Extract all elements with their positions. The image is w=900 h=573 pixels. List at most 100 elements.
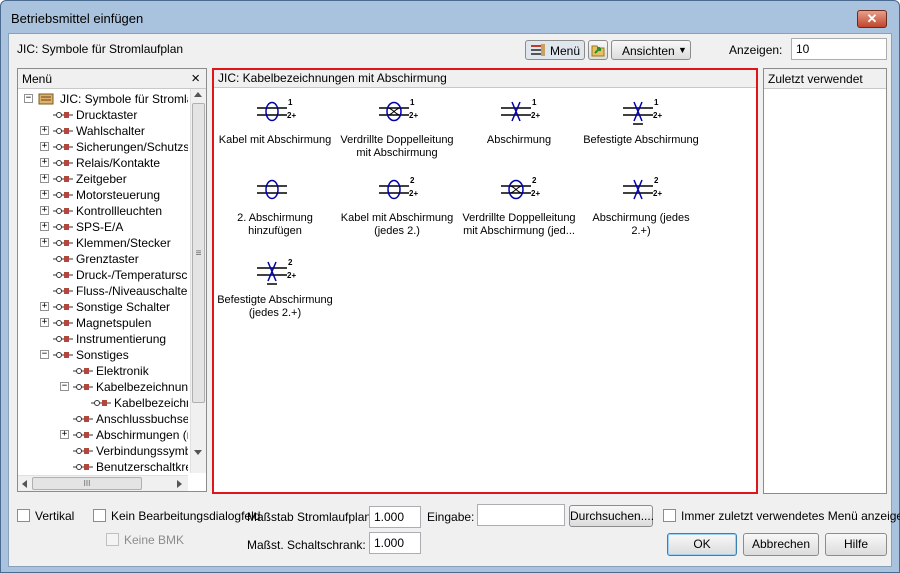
- scroll-down-arrow[interactable]: [194, 450, 202, 455]
- scroll-left-arrow[interactable]: [22, 480, 27, 488]
- tree-expander[interactable]: +: [40, 158, 49, 167]
- symbol-label: Abschirmung (jedes 2.+): [592, 212, 690, 237]
- connector-icon: [53, 128, 73, 134]
- tree-expander[interactable]: +: [40, 222, 49, 231]
- connector-icon: [73, 384, 93, 390]
- scale-schematic-field[interactable]: 1.000: [369, 506, 421, 528]
- connector-icon: [53, 144, 73, 150]
- tree-item-label: Elektronik: [96, 364, 149, 378]
- symbol-mark: 1: [532, 98, 537, 107]
- scroll-right-arrow[interactable]: [177, 480, 182, 488]
- tree-item-label: Grenztaster: [76, 252, 139, 266]
- symbol-mark-plus: 2+: [409, 189, 418, 198]
- library-icon: [38, 93, 54, 105]
- no-edit-dialog-box[interactable]: [93, 509, 106, 522]
- close-window-button[interactable]: ✕: [857, 10, 887, 28]
- symbol-mark-plus: 2+: [653, 111, 662, 120]
- tree-item-label: Kabelbezeichnunge: [96, 380, 188, 394]
- connector-icon: [73, 448, 93, 454]
- menu-toggle-button[interactable]: Menü: [525, 40, 585, 60]
- tree-expander[interactable]: +: [40, 190, 49, 199]
- recent-pane-title: Zuletzt verwendet: [768, 72, 863, 86]
- symbol-item[interactable]: 2 2+ Verdrillte Doppelleitung mit Abschirm…: [460, 172, 578, 238]
- tree-item-label: Klemmen/Stecker: [76, 236, 171, 250]
- display-label: Anzeigen:: [729, 43, 783, 57]
- tree-item-label: Druck-/Temperatursch: [76, 268, 188, 282]
- tree-expander[interactable]: −: [24, 94, 33, 103]
- symbol-item[interactable]: 2 2+ Abschirmung (jedes 2.+): [582, 172, 700, 238]
- menu-pane: Menü × − JIC: Symbole für Stromlaufp Druck…: [17, 68, 207, 492]
- always-recent-box[interactable]: [663, 509, 676, 522]
- cancel-button[interactable]: Abbrechen: [743, 533, 819, 556]
- views-dropdown[interactable]: Ansichten ▼: [611, 40, 691, 60]
- hscroll-thumb[interactable]: III: [32, 477, 142, 490]
- tree-expander[interactable]: +: [40, 206, 49, 215]
- symbol-mark-plus: 2+: [653, 189, 662, 198]
- symbols-pane: JIC: Kabelbezeichnungen mit Abschirmung …: [212, 68, 758, 494]
- vertical-checkbox-box[interactable]: [17, 509, 30, 522]
- views-label: Ansichten: [622, 44, 675, 58]
- symbol-item[interactable]: 2. Abschirmung hinzufügen: [216, 172, 334, 238]
- tree-expander[interactable]: +: [40, 126, 49, 135]
- no-bmk-label: Keine BMK: [124, 533, 185, 547]
- connector-icon: [73, 432, 93, 438]
- symbol-item[interactable]: 1 2+ Befestigte Abschirmung: [582, 94, 700, 147]
- connector-icon: [53, 224, 73, 230]
- tree-expander[interactable]: +: [60, 430, 69, 439]
- symbol-mark: 1: [654, 98, 659, 107]
- tree-item-label: Instrumentierung: [76, 332, 167, 346]
- symbol-label: 2. Abschirmung hinzufügen: [237, 212, 313, 237]
- menu-pane-title: Menü: [22, 72, 53, 86]
- no-edit-dialog-label: Kein Bearbeitungsdialogfeld: [111, 509, 261, 523]
- tree-item-label: Sonstige Schalter: [76, 300, 171, 314]
- tree-item-label: Kontrollleuchten: [76, 204, 163, 218]
- tree-item-label: Magnetspulen: [76, 316, 152, 330]
- tree-item-label: Drucktaster: [76, 108, 138, 122]
- horizontal-scrollbar[interactable]: III: [18, 475, 188, 491]
- symbols-pane-title: JIC: Kabelbezeichnungen mit Abschirmung: [218, 71, 447, 85]
- tree-expander[interactable]: +: [40, 174, 49, 183]
- symbol-mark-plus: 2+: [287, 271, 296, 280]
- tree-expander[interactable]: −: [60, 382, 69, 391]
- browse-button[interactable]: Durchsuchen....: [569, 505, 654, 527]
- symbol-item[interactable]: 1 2+ Abschirmung: [460, 94, 578, 147]
- symbol-item[interactable]: 1 2+ Kabel mit Abschirmung: [216, 94, 334, 147]
- scroll-up-arrow[interactable]: [194, 92, 202, 97]
- ok-label: OK: [693, 537, 711, 551]
- input-field[interactable]: [477, 504, 565, 526]
- tree-item-label: Anschlussbuchsen: [96, 412, 188, 426]
- title-bar[interactable]: Betriebsmittel einfügen ✕: [1, 1, 899, 33]
- tree-item-label: Kabelbezeichnu: [114, 396, 188, 410]
- connector-icon: [53, 336, 73, 342]
- symbol-grid: 1 2+ Kabel mit Abschirmung 1 2+ Verdrillte Do…: [214, 90, 756, 492]
- vertical-scrollbar[interactable]: ≡: [190, 89, 206, 473]
- menu-pane-header: Menü ×: [18, 69, 206, 89]
- tree-expander[interactable]: +: [40, 318, 49, 327]
- tree-item-label: Zeitgeber: [76, 172, 127, 186]
- tree-expander[interactable]: −: [40, 350, 49, 359]
- connector-icon: [53, 192, 73, 198]
- scroll-thumb[interactable]: ≡: [192, 103, 205, 403]
- vertical-label: Vertikal: [35, 509, 75, 523]
- symbol-item[interactable]: 2 2+ Kabel mit Abschirmung (jedes 2.): [338, 172, 456, 238]
- no-bmk-box[interactable]: [106, 533, 119, 546]
- fixed-shield-icon: 12+: [623, 98, 662, 125]
- tree-expander[interactable]: +: [40, 302, 49, 311]
- display-count-field[interactable]: 10: [791, 38, 887, 60]
- close-icon[interactable]: ×: [191, 70, 200, 87]
- dialog-client: JIC: Symbole für Stromlaufplan Menü Ansi…: [8, 33, 900, 567]
- tree-expander[interactable]: +: [40, 238, 49, 247]
- tree-item-label: Benutzerschaltkreis: [96, 460, 188, 471]
- ok-button[interactable]: OK: [667, 533, 737, 556]
- scale-cabinet-field[interactable]: 1.000: [369, 532, 421, 554]
- symbol-item[interactable]: 1 2+ Verdrillte Doppelleitung mit Abschirm…: [338, 94, 456, 160]
- navigate-button[interactable]: [588, 40, 608, 60]
- shield-icon: 12+: [501, 98, 540, 122]
- symbol-item[interactable]: 2 2+ Befestigte Abschirmung (jedes 2.+): [216, 254, 334, 320]
- symbol-label: Kabel mit Abschirmung: [218, 134, 332, 146]
- connector-icon: [53, 240, 73, 246]
- tree-expander[interactable]: +: [40, 142, 49, 151]
- help-button[interactable]: Hilfe: [825, 533, 887, 556]
- symbol-label: Verdrillte Doppelleitung mit Abschirmung…: [462, 212, 576, 237]
- symbol-label: Kabel mit Abschirmung (jedes 2.): [340, 212, 454, 237]
